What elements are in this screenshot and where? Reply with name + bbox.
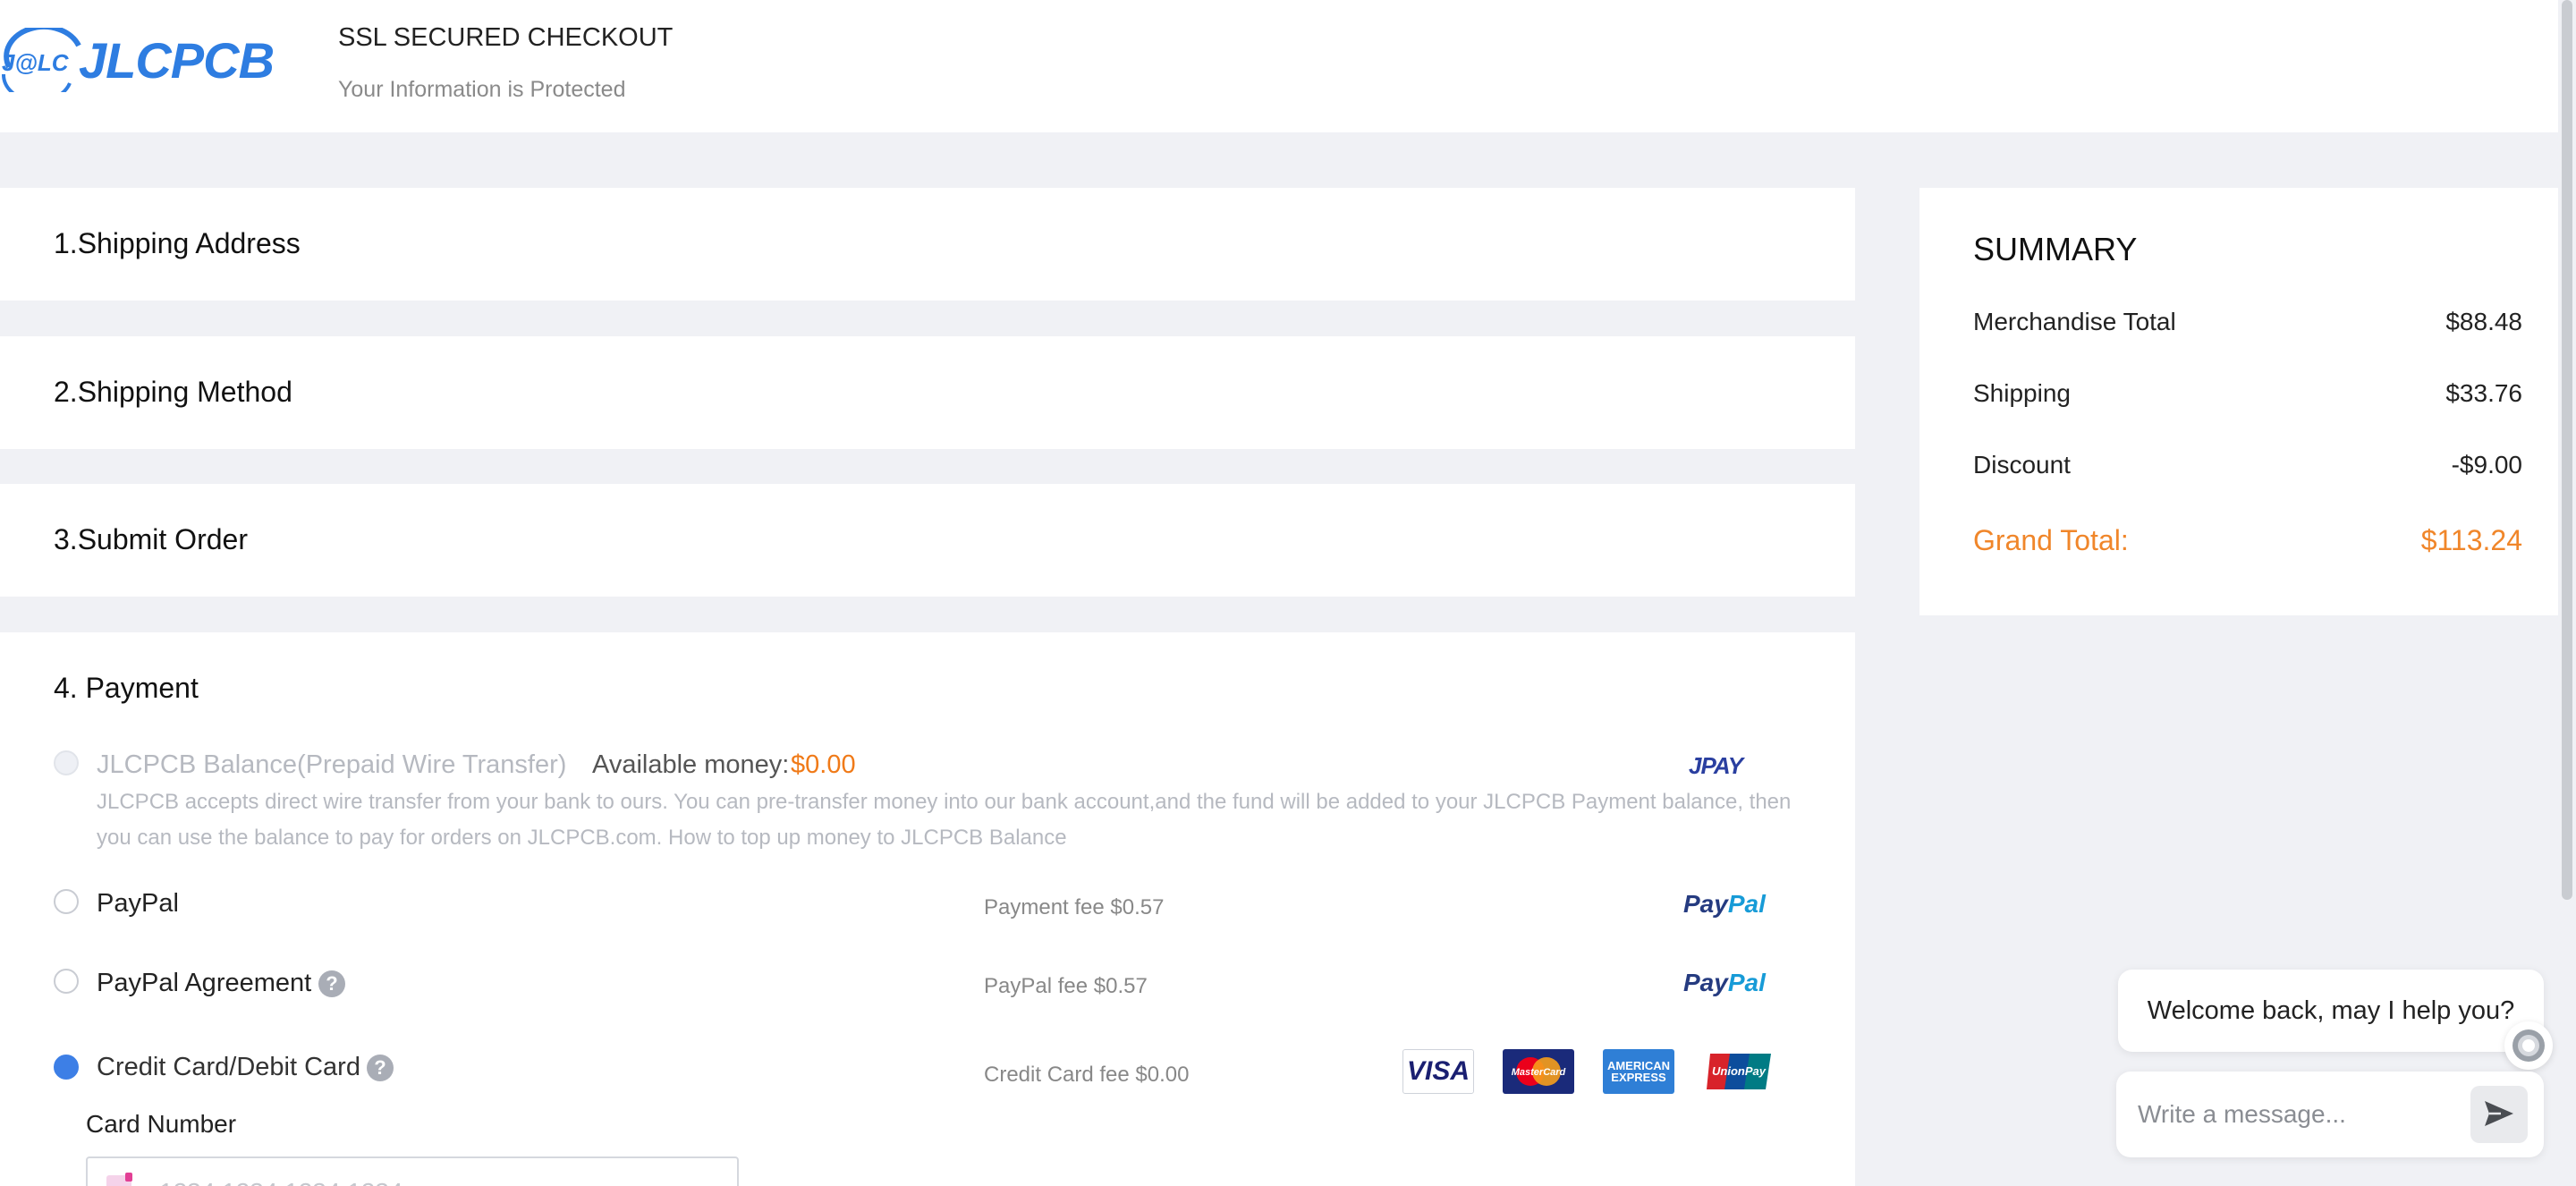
merchandise-total-label: Merchandise Total <box>1973 308 2176 335</box>
send-icon <box>2483 1099 2515 1131</box>
discount-label: Discount <box>1973 451 2071 479</box>
paypal-agreement-logo-pay: Pay <box>1683 969 1728 996</box>
paypal-agreement-label[interactable]: PayPal Agreement <box>97 969 311 998</box>
step-submit-order[interactable]: 3.Submit Order <box>0 484 1855 597</box>
chat-message-input[interactable] <box>2138 1088 2460 1141</box>
balance-description: JLCPCB accepts direct wire transfer from… <box>97 790 1792 850</box>
ssl-subtitle: Your Information is Protected <box>338 77 626 102</box>
merchandise-total-value: $88.48 <box>2445 308 2522 335</box>
logo-text: JLCPCB <box>79 31 275 89</box>
header: J@LC JLCPCB SSL SECURED CHECKOUT Your In… <box>0 0 2576 132</box>
chat-avatar-icon[interactable] <box>2504 1021 2553 1070</box>
paypal-logo: PayPal <box>1683 890 1766 919</box>
paypal-agreement-logo: PayPal <box>1683 969 1766 997</box>
discount-value: -$9.00 <box>2451 451 2522 479</box>
credit-card-radio[interactable] <box>54 1055 79 1080</box>
paypal-agreement-fee: PayPal fee $0.57 <box>984 974 1148 998</box>
paypal-fee: Payment fee $0.57 <box>984 895 1165 919</box>
card-number-input[interactable] <box>86 1156 739 1186</box>
jlcpcb-logo[interactable]: J@LC JLCPCB <box>0 24 275 104</box>
balance-radio[interactable] <box>54 750 79 775</box>
paypal-agreement-radio[interactable] <box>54 969 79 994</box>
visa-card-icon: VISA <box>1402 1049 1474 1094</box>
logo-badge: J@LC <box>0 24 82 104</box>
step-payment: 4. Payment JLCPCB Balance(Prepaid Wire T… <box>0 632 1855 1186</box>
credit-card-fee: Credit Card fee $0.00 <box>984 1063 1190 1087</box>
paypal-agreement-help-icon[interactable]: ? <box>318 970 345 997</box>
credit-card-label[interactable]: Credit Card/Debit Card <box>97 1053 360 1082</box>
credit-card-help-icon[interactable]: ? <box>367 1055 394 1081</box>
mastercard-card-icon: MasterCard <box>1503 1049 1574 1094</box>
paypal-label[interactable]: PayPal <box>97 889 179 919</box>
step-payment-title: 4. Payment <box>54 672 199 704</box>
balance-label: JLCPCB Balance(Prepaid Wire Transfer) <box>97 750 567 779</box>
paypal-agreement-logo-pal: Pal <box>1727 969 1766 996</box>
order-summary: SUMMARY Merchandise Total $88.48 Shippin… <box>1919 188 2558 615</box>
amex-card-icon: AMERICAN EXPRESS <box>1603 1049 1674 1094</box>
available-money-amount: $0.00 <box>791 750 856 779</box>
chat-welcome-bubble[interactable]: Welcome back, may I help you? <box>2118 970 2544 1052</box>
step-shipping-address[interactable]: 1.Shipping Address <box>0 188 1855 301</box>
unionpay-text: UnionPay <box>1712 1064 1767 1078</box>
paypal-logo-pay: Pay <box>1683 890 1728 918</box>
ssl-title: SSL SECURED CHECKOUT <box>338 23 674 52</box>
card-number-label: Card Number <box>86 1110 237 1138</box>
step-shipping-method-title: 2.Shipping Method <box>54 376 292 408</box>
mastercard-text: MasterCard <box>1512 1067 1566 1078</box>
shipping-value: $33.76 <box>2445 379 2522 407</box>
chat-send-button[interactable] <box>2470 1086 2528 1143</box>
chat-input-box <box>2116 1072 2544 1157</box>
paypal-logo-pal: Pal <box>1727 890 1766 918</box>
logo-badge-text: J@LC <box>2 49 70 76</box>
shipping-label: Shipping <box>1973 379 2071 407</box>
paypal-radio[interactable] <box>54 889 79 914</box>
summary-title: SUMMARY <box>1973 231 2138 267</box>
unionpay-card-icon: UnionPay <box>1703 1049 1775 1094</box>
grand-total-label: Grand Total: <box>1973 524 2129 556</box>
grand-total-value: $113.24 <box>2420 524 2522 556</box>
credit-card-icon <box>106 1173 136 1186</box>
available-money-label: Available money: <box>592 750 790 779</box>
step-shipping-address-title: 1.Shipping Address <box>54 227 301 259</box>
jpay-logo: JPAY <box>1689 752 1743 779</box>
step-shipping-method[interactable]: 2.Shipping Method <box>0 336 1855 449</box>
step-submit-order-title: 3.Submit Order <box>54 523 248 555</box>
scrollbar-thumb[interactable] <box>2562 0 2572 900</box>
